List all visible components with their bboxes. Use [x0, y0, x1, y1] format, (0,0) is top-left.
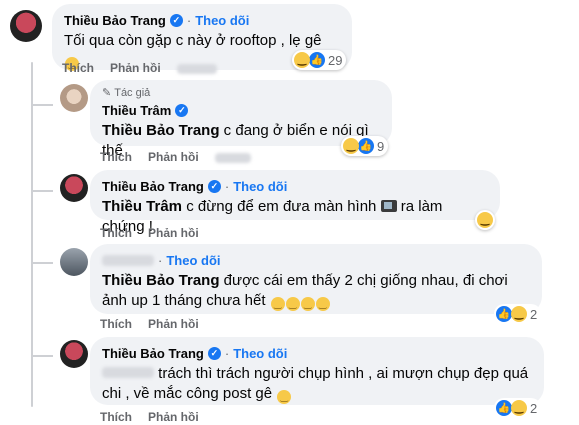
- thread-branch: [31, 104, 53, 106]
- tv-emoji-icon: [380, 200, 397, 212]
- like-reaction-icon: 👍: [496, 400, 512, 416]
- laugh-emoji-icon: ‿: [477, 212, 493, 228]
- mention[interactable]: Thiều Bảo Trang: [102, 122, 220, 139]
- like-button[interactable]: Thích: [100, 317, 132, 331]
- thread-branch: [31, 190, 53, 192]
- like-button[interactable]: Thích: [100, 226, 132, 240]
- reaction-summary[interactable]: ‿ 👍 9: [341, 136, 389, 156]
- reaction-summary[interactable]: 👍 ‿ 2: [494, 304, 542, 324]
- comment-thread: Thiều Bảo Trang ✓ · Theo dõi Tối qua còn…: [0, 0, 579, 425]
- comment-text: Tối qua còn gặp c này ở rooftop , lẹ gê: [64, 32, 322, 49]
- thread-branch: [31, 355, 53, 357]
- laugh-emoji-icon: ‿: [315, 297, 330, 311]
- thread-branch: [31, 262, 53, 264]
- follow-button[interactable]: Theo dõi: [195, 12, 249, 29]
- like-button[interactable]: Thích: [100, 150, 132, 164]
- laugh-emoji-icon: ‿: [277, 390, 292, 404]
- reply-button[interactable]: Phản hồi: [148, 226, 199, 240]
- comment-text: trách thì trách người chụp hình , ai mượ…: [102, 365, 529, 402]
- comment-text: c đừng để em đưa màn hình: [182, 198, 381, 215]
- comment-actions: Thích Phản hồi: [100, 150, 251, 164]
- laugh-emoji-icon: ‿: [294, 52, 310, 68]
- verified-badge-icon: ✓: [207, 180, 221, 193]
- reaction-summary[interactable]: ‿: [475, 210, 495, 230]
- timestamp: [214, 153, 251, 163]
- reaction-count: 2: [530, 306, 538, 322]
- avatar[interactable]: [60, 84, 88, 112]
- comment-bubble: · Theo dõi Thiều Bảo Trang được cái em t…: [90, 244, 542, 314]
- comment-author[interactable]: Thiều Trâm: [102, 102, 171, 119]
- laugh-emoji-icon: ‿: [343, 138, 359, 154]
- author-edit-icon: ✎: [102, 87, 112, 99]
- avatar[interactable]: [60, 248, 88, 276]
- comment-actions: Thích Phản hồi: [62, 61, 217, 75]
- verified-badge-icon: ✓: [169, 14, 183, 27]
- laugh-emoji-icon: ‿: [300, 297, 315, 311]
- mention[interactable]: [102, 367, 154, 378]
- reply-button[interactable]: Phản hồi: [148, 150, 199, 164]
- reaction-summary[interactable]: 👍 ‿ 2: [494, 398, 542, 418]
- like-button[interactable]: Thích: [100, 410, 132, 424]
- comment-author[interactable]: [102, 255, 154, 266]
- avatar[interactable]: [10, 10, 42, 42]
- follow-button[interactable]: Theo dõi: [233, 345, 287, 362]
- follow-button[interactable]: Theo dõi: [233, 178, 287, 195]
- mention[interactable]: Thiều Bảo Trang: [102, 272, 220, 289]
- mention[interactable]: Thiều Trâm: [102, 198, 182, 215]
- reply-button[interactable]: Phản hồi: [148, 317, 199, 331]
- avatar[interactable]: [60, 174, 88, 202]
- timestamp: [176, 64, 217, 74]
- comment-author[interactable]: Thiều Bảo Trang: [102, 345, 204, 362]
- comment-author[interactable]: Thiều Bảo Trang: [64, 12, 166, 29]
- comment-actions: Thích Phản hồi: [100, 226, 199, 240]
- reaction-count: 29: [328, 52, 343, 68]
- avatar[interactable]: [60, 340, 88, 368]
- comment-bubble: Thiều Bảo Trang ✓ · Theo dõi trách thì t…: [90, 337, 544, 405]
- laugh-emoji-icon: ‿: [511, 306, 527, 322]
- reply-button[interactable]: Phản hồi: [148, 410, 199, 424]
- reply-button[interactable]: Phản hồi: [110, 61, 161, 75]
- laugh-emoji-icon: ‿: [270, 297, 285, 311]
- like-button[interactable]: Thích: [62, 61, 94, 75]
- comment-actions: Thích Phản hồi: [100, 410, 199, 424]
- comment-bubble: Thiều Bảo Trang ✓ · Theo dõi Thiều Trâm …: [90, 170, 500, 235]
- verified-badge-icon: ✓: [207, 347, 221, 360]
- comment-author[interactable]: Thiều Bảo Trang: [102, 178, 204, 195]
- reaction-count: 2: [530, 400, 538, 416]
- reaction-count: 9: [377, 138, 385, 154]
- author-tag: Tác giả: [114, 87, 151, 99]
- like-reaction-icon: 👍: [496, 306, 512, 322]
- comment-actions: Thích Phản hồi: [100, 317, 199, 331]
- reaction-summary[interactable]: ‿ 👍 29: [292, 50, 347, 70]
- like-reaction-icon: 👍: [358, 138, 374, 154]
- like-reaction-icon: 👍: [309, 52, 325, 68]
- laugh-emoji-icon: ‿: [285, 297, 300, 311]
- follow-button[interactable]: Theo dõi: [166, 252, 220, 269]
- laugh-emoji-icon: ‿: [511, 400, 527, 416]
- verified-badge-icon: ✓: [175, 104, 189, 117]
